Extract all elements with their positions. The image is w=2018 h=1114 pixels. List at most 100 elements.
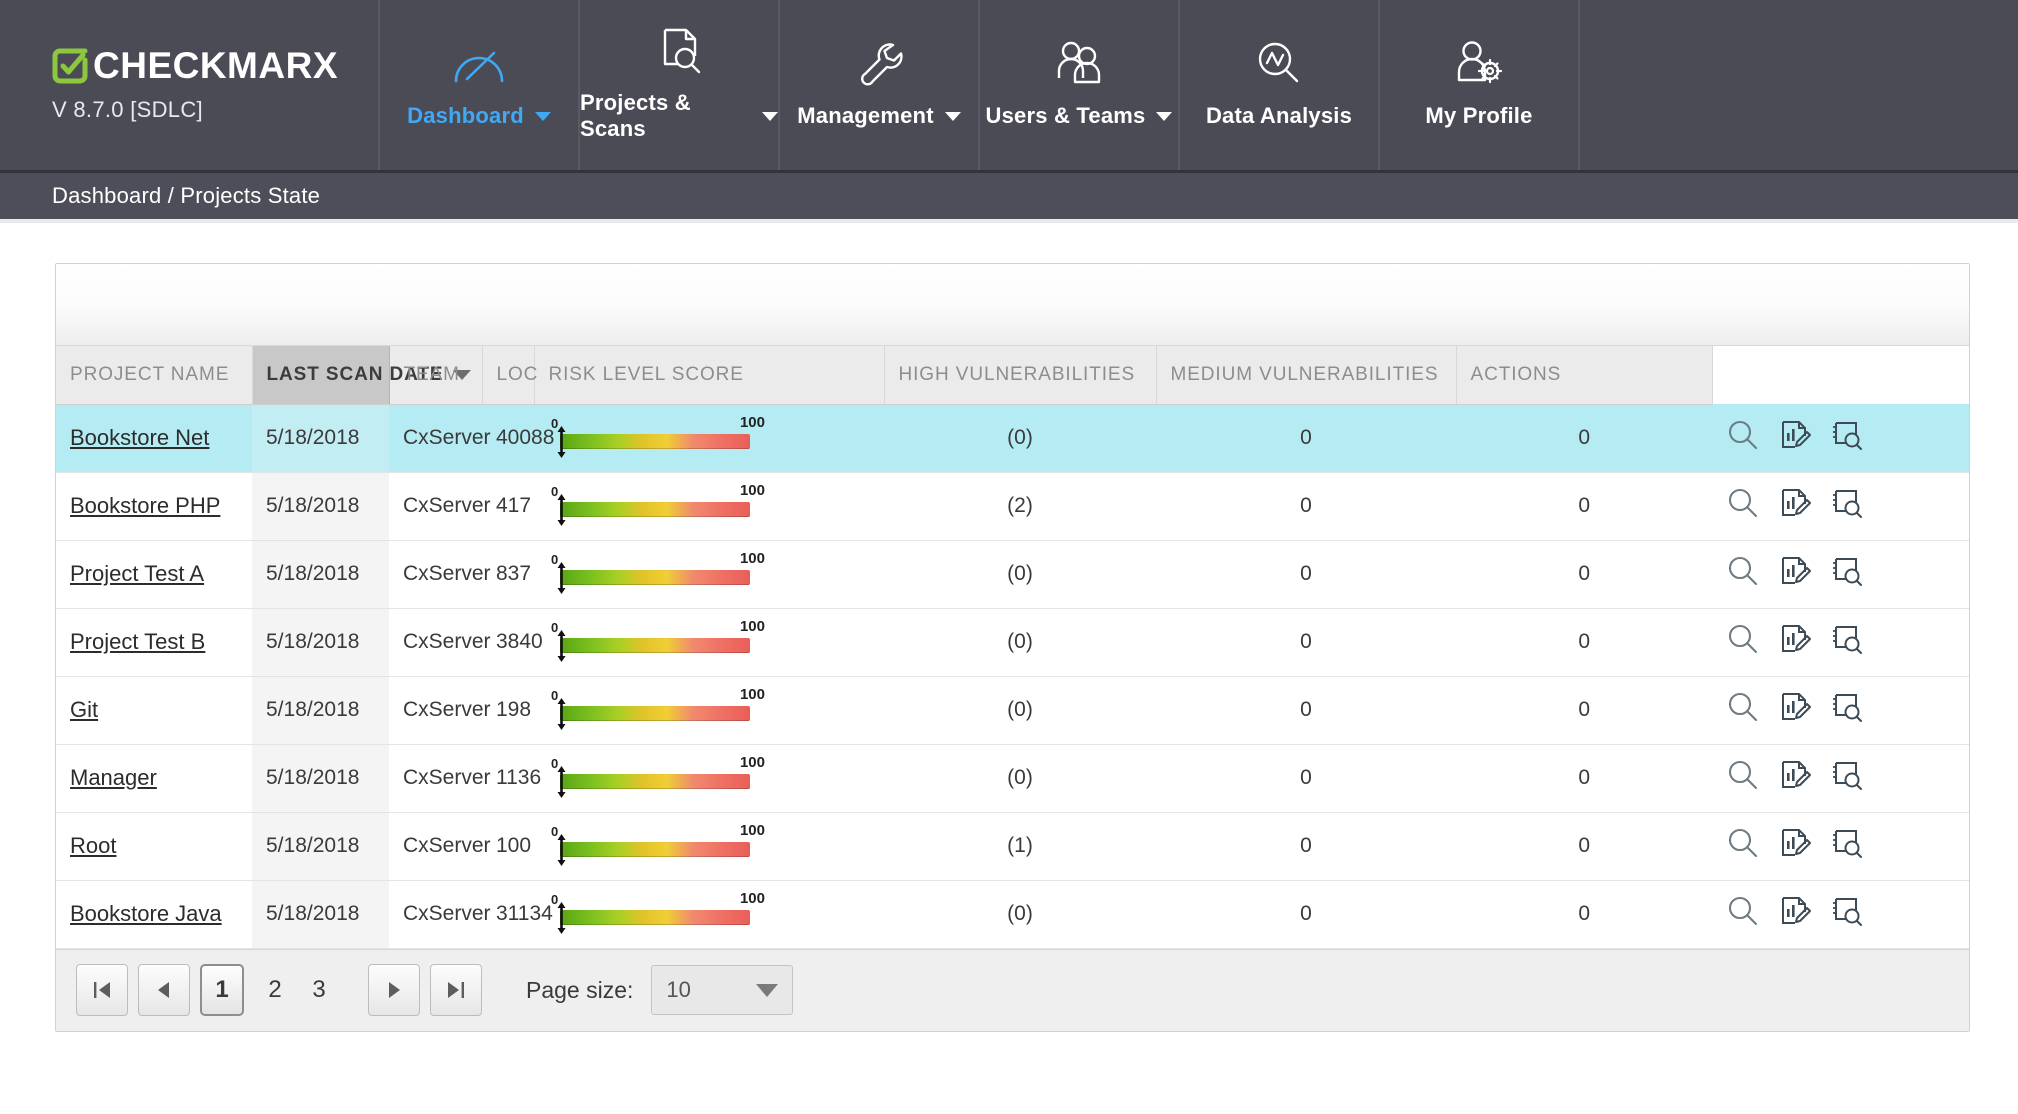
project-name-link[interactable]: Bookstore PHP bbox=[70, 493, 220, 518]
last-page-icon[interactable] bbox=[430, 964, 482, 1016]
cell-last-scan-date: 5/18/2018 bbox=[252, 812, 389, 880]
risk-value-marker bbox=[557, 494, 566, 526]
cell-actions bbox=[1713, 540, 1970, 608]
document-search-icon[interactable] bbox=[1831, 623, 1863, 661]
search-icon[interactable] bbox=[1727, 623, 1759, 661]
project-name-link[interactable]: Bookstore Net bbox=[70, 425, 209, 450]
column-header-loc[interactable]: LOC bbox=[482, 346, 534, 404]
table-row[interactable]: Root5/18/2018CxServer100 0 100 (1)00 bbox=[56, 812, 1969, 880]
cell-project-name: Git bbox=[56, 676, 252, 744]
risk-level-meter: 0 100 bbox=[548, 824, 763, 868]
project-name-link[interactable]: Bookstore Java bbox=[70, 901, 222, 926]
table-row[interactable]: Bookstore PHP5/18/2018CxServer417 0 100 … bbox=[56, 472, 1969, 540]
cell-last-scan-date: 5/18/2018 bbox=[252, 608, 389, 676]
document-search-icon[interactable] bbox=[1831, 419, 1863, 457]
document-edit-icon[interactable] bbox=[1779, 419, 1811, 457]
checkmarx-check-logo-icon bbox=[52, 48, 88, 84]
cell-last-scan-date: 5/18/2018 bbox=[252, 472, 389, 540]
column-header-last-scan-date[interactable]: LAST SCAN DATE bbox=[252, 346, 389, 404]
page-number-2[interactable]: 2 bbox=[258, 964, 292, 1016]
cell-medium-vulnerabilities: 0 bbox=[1456, 404, 1713, 472]
search-icon[interactable] bbox=[1727, 487, 1759, 525]
document-search-icon[interactable] bbox=[1831, 691, 1863, 729]
column-header-medium-vulnerabilities[interactable]: MEDIUM VULNERABILITIES bbox=[1156, 346, 1456, 404]
document-edit-icon[interactable] bbox=[1779, 759, 1811, 797]
cell-team: CxServer bbox=[389, 744, 482, 812]
nav-item-data-analysis[interactable]: Data Analysis bbox=[1180, 0, 1380, 170]
project-name-link[interactable]: Project Test A bbox=[70, 561, 204, 586]
search-icon[interactable] bbox=[1727, 691, 1759, 729]
document-search-icon bbox=[652, 22, 706, 80]
project-name-link[interactable]: Git bbox=[70, 697, 98, 722]
project-name-link[interactable]: Manager bbox=[70, 765, 157, 790]
cell-risk-count: (0) bbox=[884, 744, 1156, 812]
document-edit-icon[interactable] bbox=[1779, 827, 1811, 865]
table-row[interactable]: Git5/18/2018CxServer198 0 100 (0)00 bbox=[56, 676, 1969, 744]
table-row[interactable]: Bookstore Net5/18/2018CxServer40088 0 10… bbox=[56, 404, 1969, 472]
document-search-icon[interactable] bbox=[1831, 759, 1863, 797]
cell-high-vulnerabilities: 0 bbox=[1156, 608, 1456, 676]
nav-item-users-and-teams[interactable]: Users & Teams bbox=[980, 0, 1180, 170]
page-body: PROJECT NAME LAST SCAN DATE TEAM LOC RIS… bbox=[0, 223, 2018, 1110]
nav-label-row: Dashboard bbox=[407, 103, 551, 129]
search-icon[interactable] bbox=[1727, 555, 1759, 593]
project-name-link[interactable]: Root bbox=[70, 833, 116, 858]
table-row[interactable]: Project Test B5/18/2018CxServer3840 0 10… bbox=[56, 608, 1969, 676]
cell-team: CxServer bbox=[389, 880, 482, 948]
gauge-icon bbox=[450, 35, 508, 93]
search-icon[interactable] bbox=[1727, 759, 1759, 797]
cell-actions bbox=[1713, 744, 1970, 812]
page-size-select[interactable]: 10 bbox=[651, 965, 793, 1015]
nav-item-projects-and-scans[interactable]: Projects & Scans bbox=[580, 0, 780, 170]
cell-last-scan-date: 5/18/2018 bbox=[252, 404, 389, 472]
document-edit-icon[interactable] bbox=[1779, 623, 1811, 661]
logo-row: CHECKMARX bbox=[52, 47, 378, 84]
column-header-high-vulnerabilities[interactable]: HIGH VULNERABILITIES bbox=[884, 346, 1156, 404]
project-name-link[interactable]: Project Test B bbox=[70, 629, 205, 654]
table-row[interactable]: Project Test A5/18/2018CxServer837 0 100… bbox=[56, 540, 1969, 608]
page-number-3[interactable]: 3 bbox=[302, 964, 336, 1016]
cell-last-scan-date: 5/18/2018 bbox=[252, 676, 389, 744]
risk-level-meter: 0 100 bbox=[548, 688, 763, 732]
cell-project-name: Root bbox=[56, 812, 252, 880]
column-header-project-name[interactable]: PROJECT NAME bbox=[56, 346, 252, 404]
risk-gradient-bar bbox=[560, 638, 750, 653]
document-edit-icon[interactable] bbox=[1779, 895, 1811, 933]
next-page-icon[interactable] bbox=[368, 964, 420, 1016]
cell-high-vulnerabilities: 0 bbox=[1156, 472, 1456, 540]
document-search-icon[interactable] bbox=[1831, 487, 1863, 525]
nav-item-management[interactable]: Management bbox=[780, 0, 980, 170]
search-icon[interactable] bbox=[1727, 419, 1759, 457]
prev-page-icon[interactable] bbox=[138, 964, 190, 1016]
document-edit-icon[interactable] bbox=[1779, 555, 1811, 593]
risk-gradient-bar bbox=[560, 706, 750, 721]
cell-medium-vulnerabilities: 0 bbox=[1456, 880, 1713, 948]
cell-high-vulnerabilities: 0 bbox=[1156, 880, 1456, 948]
search-icon[interactable] bbox=[1727, 895, 1759, 933]
column-header-actions[interactable]: ACTIONS bbox=[1456, 346, 1713, 404]
chevron-down-icon bbox=[535, 112, 551, 121]
search-icon[interactable] bbox=[1727, 827, 1759, 865]
document-edit-icon[interactable] bbox=[1779, 487, 1811, 525]
document-search-icon[interactable] bbox=[1831, 895, 1863, 933]
document-search-icon[interactable] bbox=[1831, 827, 1863, 865]
first-page-icon[interactable] bbox=[76, 964, 128, 1016]
cell-medium-vulnerabilities: 0 bbox=[1456, 608, 1713, 676]
column-header-risk-level-score[interactable]: RISK LEVEL SCORE bbox=[534, 346, 884, 404]
page-number-1[interactable]: 1 bbox=[200, 964, 244, 1016]
table-row[interactable]: Manager5/18/2018CxServer1136 0 100 (0)00 bbox=[56, 744, 1969, 812]
document-search-icon[interactable] bbox=[1831, 555, 1863, 593]
analytics-search-icon bbox=[1252, 35, 1306, 93]
nav-item-dashboard[interactable]: Dashboard bbox=[380, 0, 580, 170]
document-edit-icon[interactable] bbox=[1779, 691, 1811, 729]
risk-level-meter: 0 100 bbox=[548, 484, 763, 528]
table-row[interactable]: Bookstore Java5/18/2018CxServer31134 0 1… bbox=[56, 880, 1969, 948]
cell-actions bbox=[1713, 404, 1970, 472]
cell-actions bbox=[1713, 812, 1970, 880]
row-actions bbox=[1727, 555, 1956, 593]
cell-risk-level-score: 0 100 bbox=[534, 404, 884, 472]
row-actions bbox=[1727, 827, 1956, 865]
cell-risk-count: (0) bbox=[884, 676, 1156, 744]
nav-item-my-profile[interactable]: My Profile bbox=[1380, 0, 1580, 170]
cell-high-vulnerabilities: 0 bbox=[1156, 812, 1456, 880]
